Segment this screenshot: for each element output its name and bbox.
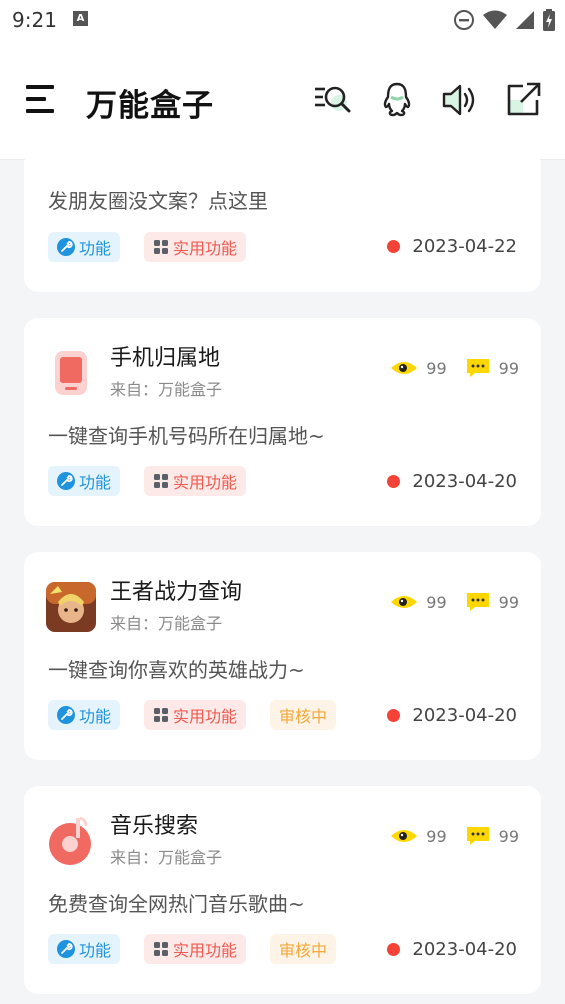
- wrench-icon: [57, 706, 75, 724]
- comment-icon: [466, 359, 489, 377]
- list-item[interactable]: 王者战力查询 来自：万能盒子 99 99 一键查询你喜欢的英雄战力~ 功能 实用…: [24, 552, 541, 760]
- eye-icon: [391, 596, 418, 608]
- view-count: 99: [426, 826, 447, 846]
- list-item[interactable]: 发朋友圈没文案？点这里 功能 实用功能 2023-04-22: [24, 150, 541, 292]
- card-tags: 功能 实用功能 审核中: [48, 934, 337, 964]
- tag-utility[interactable]: 实用功能: [144, 934, 247, 964]
- card-source: 来自：万能盒子: [110, 380, 223, 399]
- notification-a-icon: A: [73, 11, 88, 26]
- wrench-icon: [57, 238, 75, 256]
- eye-icon: [391, 830, 418, 842]
- card-tags: 功能 实用功能: [48, 232, 247, 262]
- view-count: 99: [426, 592, 447, 612]
- wrench-icon: [57, 472, 75, 490]
- search-icon[interactable]: [313, 80, 353, 120]
- card-source: 来自：万能盒子: [110, 848, 223, 867]
- status-time: 9:21: [12, 8, 57, 32]
- eye-icon: [391, 362, 418, 374]
- card-stats: 99 99: [390, 592, 519, 612]
- comment-icon: [466, 827, 489, 845]
- tag-function[interactable]: 功能: [48, 232, 121, 262]
- card-date: 2023-04-20: [387, 939, 517, 960]
- grid-icon: [153, 707, 169, 723]
- tag-utility[interactable]: 实用功能: [144, 232, 247, 262]
- card-title: 王者战力查询: [110, 580, 243, 605]
- card-description: 一键查询手机号码所在归属地~: [48, 424, 325, 448]
- grid-icon: [153, 941, 169, 957]
- volume-icon[interactable]: [440, 80, 480, 120]
- music-icon: [49, 816, 91, 865]
- tag-under-review[interactable]: 审核中: [270, 934, 337, 964]
- card-date: 2023-04-20: [387, 471, 517, 492]
- status-dot: [387, 475, 401, 488]
- battery-icon: [543, 9, 555, 31]
- card-date: 2023-04-22: [387, 236, 517, 257]
- card-description: 免费查询全网热门音乐歌曲~: [48, 892, 305, 916]
- status-dot: [387, 943, 401, 956]
- comment-count: 99: [498, 592, 519, 612]
- card-title: 手机归属地: [110, 346, 221, 371]
- tag-under-review[interactable]: 审核中: [270, 700, 337, 730]
- card-tags: 功能 实用功能: [48, 466, 247, 496]
- tag-utility[interactable]: 实用功能: [144, 466, 247, 496]
- status-dot: [387, 709, 401, 722]
- list-item[interactable]: 手机归属地 来自：万能盒子 99 99 一键查询手机号码所在归属地~ 功能 实用…: [24, 318, 541, 526]
- status-icons: [453, 8, 555, 32]
- list-item[interactable]: 音乐搜索 来自：万能盒子 99 99 免费查询全网热门音乐歌曲~ 功能 实用功能…: [24, 786, 541, 994]
- status-bar: 9:21 A: [0, 0, 565, 40]
- signal-icon: [516, 11, 534, 29]
- card-source: 来自：万能盒子: [110, 614, 223, 633]
- view-count: 99: [426, 358, 447, 378]
- card-description: 一键查询你喜欢的英雄战力~: [48, 658, 305, 682]
- phone-icon: [55, 351, 87, 395]
- card-stats: 99 99: [390, 826, 519, 846]
- card-title: 音乐搜索: [110, 814, 199, 839]
- app-bar: 万能盒子: [0, 40, 565, 160]
- card-stats: 99 99: [390, 358, 519, 378]
- qq-icon[interactable]: [377, 80, 417, 120]
- wrench-icon: [57, 940, 75, 958]
- card-date: 2023-04-20: [387, 705, 517, 726]
- page-title: 万能盒子: [86, 88, 214, 124]
- comment-count: 99: [498, 826, 519, 846]
- tag-function[interactable]: 功能: [48, 934, 121, 964]
- card-description: 发朋友圈没文案？点这里: [48, 189, 268, 213]
- status-dot: [387, 240, 401, 253]
- tag-function[interactable]: 功能: [48, 466, 121, 496]
- share-icon[interactable]: [503, 80, 543, 120]
- tag-utility[interactable]: 实用功能: [144, 700, 247, 730]
- game-icon: [46, 582, 96, 632]
- menu-icon[interactable]: [24, 84, 58, 114]
- comment-count: 99: [498, 358, 519, 378]
- tag-function[interactable]: 功能: [48, 700, 121, 730]
- comment-icon: [466, 593, 489, 611]
- dnd-icon: [454, 10, 474, 30]
- card-tags: 功能 实用功能 审核中: [48, 700, 337, 730]
- grid-icon: [153, 239, 169, 255]
- wifi-icon: [483, 10, 507, 29]
- grid-icon: [153, 473, 169, 489]
